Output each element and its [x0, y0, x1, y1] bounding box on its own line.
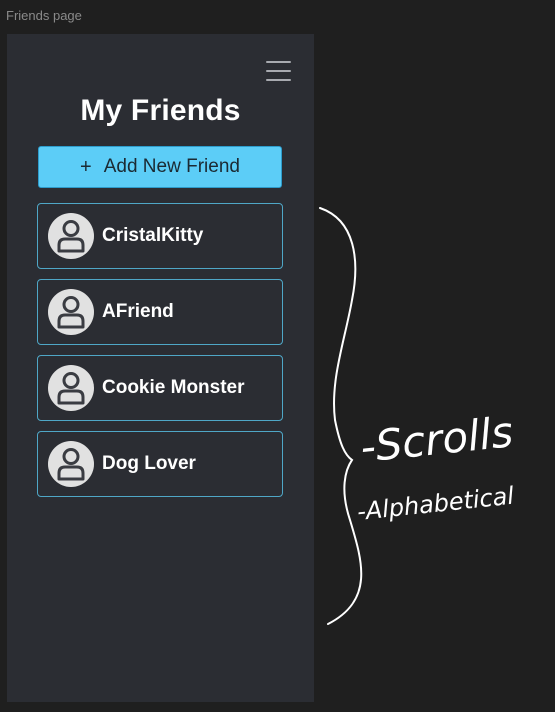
friend-name: CristalKitty: [102, 225, 204, 246]
user-avatar-icon: [48, 213, 94, 259]
friend-list-item[interactable]: CristalKitty: [37, 203, 283, 269]
user-avatar-icon: [48, 289, 94, 335]
friend-list[interactable]: CristalKitty AFriend Cookie Monster Dog …: [37, 203, 284, 507]
page-title: My Friends: [80, 94, 241, 127]
friend-list-item[interactable]: Cookie Monster: [37, 355, 283, 421]
friend-name: Dog Lover: [102, 453, 196, 474]
alphabetical-note: -Alphabetical: [356, 482, 516, 526]
hamburger-menu-icon[interactable]: [266, 60, 292, 82]
friend-list-item[interactable]: Dog Lover: [37, 431, 283, 497]
add-new-friend-label: Add New Friend: [103, 156, 240, 177]
phone-frame: My Friends + Add New Friend CristalKitty: [7, 34, 314, 702]
friend-name: AFriend: [102, 301, 174, 322]
friend-list-item[interactable]: AFriend: [37, 279, 283, 345]
plus-icon: +: [80, 156, 92, 178]
friend-name: Cookie Monster: [102, 377, 245, 398]
user-avatar-icon: [48, 441, 94, 487]
add-new-friend-button[interactable]: + Add New Friend: [38, 146, 282, 188]
user-avatar-icon: [48, 365, 94, 411]
design-canvas: Friends page My Friends + Add New Friend…: [0, 0, 555, 712]
scrolls-note: -Scrolls: [358, 407, 515, 472]
frame-label: Friends page: [6, 8, 82, 23]
curly-brace: [319, 207, 363, 625]
